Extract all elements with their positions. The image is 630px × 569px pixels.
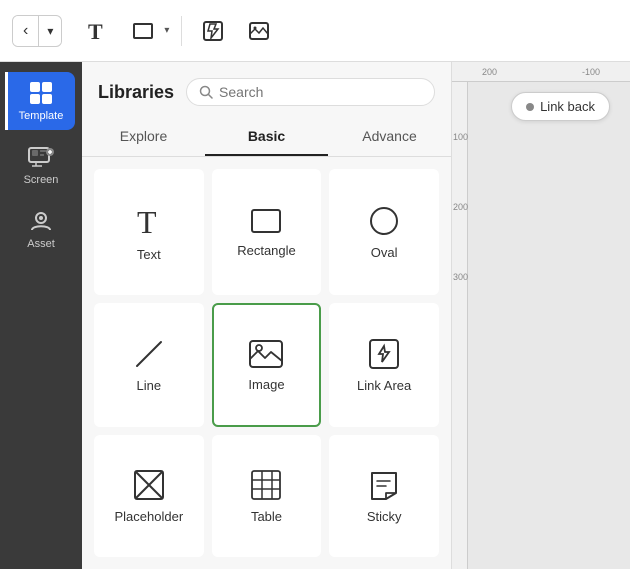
grid-item-image[interactable]: Image	[212, 303, 322, 427]
ruler-mark-100: 100	[453, 132, 468, 142]
svg-text:T: T	[88, 19, 103, 43]
libraries-panel: Libraries Explore Basic Advance T Text	[82, 62, 452, 569]
ruler-mark-200: 200	[482, 67, 497, 77]
rectangle-icon	[124, 12, 162, 50]
sticky-icon	[368, 469, 400, 501]
image-tool-button[interactable]	[240, 12, 278, 50]
grid-item-table[interactable]: Table	[212, 435, 322, 557]
toolbar: ‹ ▾ T ▾	[0, 0, 630, 62]
tab-basic[interactable]: Basic	[205, 118, 328, 156]
search-input[interactable]	[219, 84, 422, 100]
template-icon	[28, 80, 54, 106]
screen-icon	[28, 144, 54, 170]
search-icon	[199, 85, 213, 99]
rectangle-icon	[250, 207, 282, 235]
search-box[interactable]	[186, 78, 435, 106]
grid-item-text[interactable]: T Text	[94, 169, 204, 295]
template-label: Template	[19, 110, 64, 122]
link-back-label: Link back	[540, 99, 595, 114]
sidebar-item-asset[interactable]: Asset	[6, 200, 76, 258]
table-icon	[250, 469, 282, 501]
grid-item-link-area[interactable]: Link Area	[329, 303, 439, 427]
libraries-title: Libraries	[98, 82, 174, 103]
ruler-left: 100 200 300	[452, 82, 468, 569]
left-sidebar: Template Screen Asset	[0, 62, 82, 569]
grid-item-link-area-label: Link Area	[357, 378, 411, 393]
grid-item-placeholder-label: Placeholder	[115, 509, 184, 524]
link-dot-icon	[526, 103, 534, 111]
tab-explore[interactable]: Explore	[82, 118, 205, 156]
canvas-area: 200 -100 100 200 300 Link back	[452, 62, 630, 569]
ruler-mark-200v: 200	[453, 202, 468, 212]
ruler-mark-neg100: -100	[582, 67, 600, 77]
asset-label: Asset	[27, 238, 55, 250]
text-icon: T	[133, 203, 165, 239]
line-icon	[133, 338, 165, 370]
tab-bar: Explore Basic Advance	[82, 118, 451, 157]
screen-label: Screen	[24, 174, 59, 186]
grid-item-image-label: Image	[248, 377, 284, 392]
grid-item-line[interactable]: Line	[94, 303, 204, 427]
tab-advance[interactable]: Advance	[328, 118, 451, 156]
grid-item-text-label: Text	[137, 247, 161, 262]
text-tool-button[interactable]: T	[78, 12, 116, 50]
text-icon: T	[78, 12, 116, 50]
grid-item-sticky-label: Sticky	[367, 509, 402, 524]
nav-dropdown-button[interactable]: ▾	[39, 18, 61, 44]
ruler-mark-300: 300	[453, 272, 468, 282]
grid-item-line-label: Line	[137, 378, 162, 393]
nav-controls: ‹ ▾	[12, 15, 62, 47]
grid-item-table-label: Table	[251, 509, 282, 524]
back-button[interactable]: ‹	[13, 16, 39, 46]
grid-item-rectangle-label: Rectangle	[237, 243, 296, 258]
placeholder-icon	[133, 469, 165, 501]
flash-tool-button[interactable]	[194, 12, 232, 50]
grid-item-sticky[interactable]: Sticky	[329, 435, 439, 557]
grid-item-rectangle[interactable]: Rectangle	[212, 169, 322, 295]
image-icon	[248, 339, 284, 369]
sidebar-item-template[interactable]: Template	[5, 72, 75, 130]
grid-item-oval[interactable]: Oval	[329, 169, 439, 295]
items-grid: T Text Rectangle Oval	[82, 157, 451, 569]
grid-item-oval-label: Oval	[371, 245, 398, 260]
asset-icon	[28, 208, 54, 234]
ruler-top: 200 -100	[452, 62, 630, 82]
link-back-button[interactable]: Link back	[511, 92, 610, 121]
rect-dropdown-arrow: ▾	[164, 25, 169, 36]
rect-tool-button[interactable]: ▾	[124, 12, 169, 50]
grid-item-placeholder[interactable]: Placeholder	[94, 435, 204, 557]
link-area-icon	[368, 338, 400, 370]
libraries-header: Libraries	[82, 62, 451, 118]
toolbar-divider-1	[181, 16, 182, 46]
oval-icon	[368, 205, 400, 237]
svg-text:T: T	[137, 204, 157, 239]
sidebar-item-screen[interactable]: Screen	[6, 136, 76, 194]
